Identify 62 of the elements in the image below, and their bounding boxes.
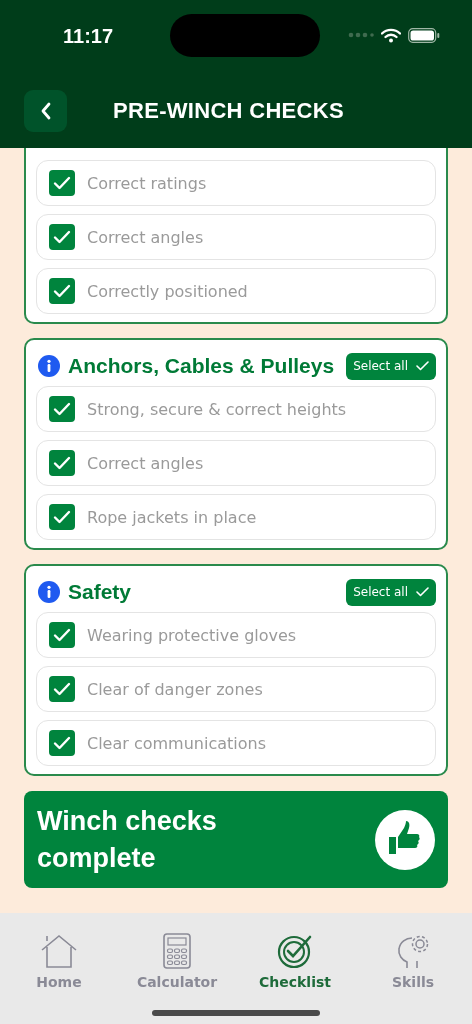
- item-label: Correct angles: [87, 227, 204, 247]
- checkbox[interactable]: [49, 622, 75, 648]
- complete-banner[interactable]: Winch checks complete: [24, 791, 448, 888]
- select-all-button[interactable]: Select all: [346, 578, 436, 606]
- checkbox[interactable]: [49, 730, 75, 756]
- item-label: Strong, secure & correct heights: [87, 399, 347, 419]
- checkbox[interactable]: [49, 224, 75, 250]
- check-icon: [53, 402, 71, 416]
- task-row[interactable]: Strong, secure & correct heights: [36, 386, 436, 432]
- task-row[interactable]: Wearing protective gloves: [36, 612, 436, 658]
- check-icon: [53, 456, 71, 470]
- screen-title: PRE-WINCH CHECKS: [113, 98, 344, 124]
- check-icon: [53, 628, 71, 642]
- item-label: Correct ratings: [87, 173, 207, 193]
- check-icon: [416, 361, 429, 371]
- item-label: Clear of danger zones: [87, 679, 263, 699]
- item-label: Correct angles: [87, 453, 204, 473]
- checkbox[interactable]: [49, 504, 75, 530]
- skills-icon: [395, 933, 431, 969]
- chevron-left-icon: [39, 102, 52, 120]
- item-label: Correctly positioned: [87, 281, 248, 301]
- battery-icon: [408, 27, 441, 43]
- check-icon: [53, 230, 71, 244]
- checkbox[interactable]: [49, 676, 75, 702]
- tab-item[interactable]: Skills: [354, 933, 472, 990]
- checkbox[interactable]: [49, 278, 75, 304]
- checkbox[interactable]: [49, 170, 75, 196]
- tab-item[interactable]: Calculator: [118, 933, 236, 990]
- tab-item[interactable]: Home: [0, 933, 118, 990]
- task-row[interactable]: Correct angles: [36, 440, 436, 486]
- info-icon[interactable]: [38, 581, 60, 603]
- task-row[interactable]: Correct ratings: [36, 160, 436, 206]
- select-all-button[interactable]: Select all: [346, 352, 436, 380]
- section-title: Anchors, Cables & Pulleys: [68, 354, 336, 378]
- check-icon: [416, 587, 429, 597]
- item-label: Wearing protective gloves: [87, 625, 297, 645]
- back-button[interactable]: [24, 90, 67, 132]
- checkbox[interactable]: [49, 396, 75, 422]
- calculator-icon: [163, 933, 191, 969]
- thumbs-up-icon: [375, 809, 435, 870]
- info-icon[interactable]: [38, 355, 60, 377]
- task-row[interactable]: Rope jackets in place: [36, 494, 436, 540]
- status-time: 11:17: [63, 24, 114, 48]
- check-icon: [53, 176, 71, 190]
- check-icon: [53, 284, 71, 298]
- section-title: Safety: [68, 580, 133, 604]
- task-row[interactable]: Clear communications: [36, 720, 436, 766]
- checkbox[interactable]: [49, 450, 75, 476]
- check-icon: [53, 510, 71, 524]
- wifi-icon: [381, 27, 402, 43]
- check-icon: [53, 682, 71, 696]
- tab-item[interactable]: Checklist: [236, 933, 354, 990]
- task-row[interactable]: Correctly positioned: [36, 268, 436, 314]
- home-icon: [39, 933, 79, 969]
- checklist-icon: [277, 933, 313, 969]
- task-row[interactable]: Correct angles: [36, 214, 436, 260]
- signal-icon: [348, 32, 375, 38]
- banner-text: Winch checks complete: [37, 804, 218, 875]
- check-icon: [53, 736, 71, 750]
- item-label: Rope jackets in place: [87, 507, 257, 527]
- task-row[interactable]: Clear of danger zones: [36, 666, 436, 712]
- item-label: Clear communications: [87, 733, 266, 753]
